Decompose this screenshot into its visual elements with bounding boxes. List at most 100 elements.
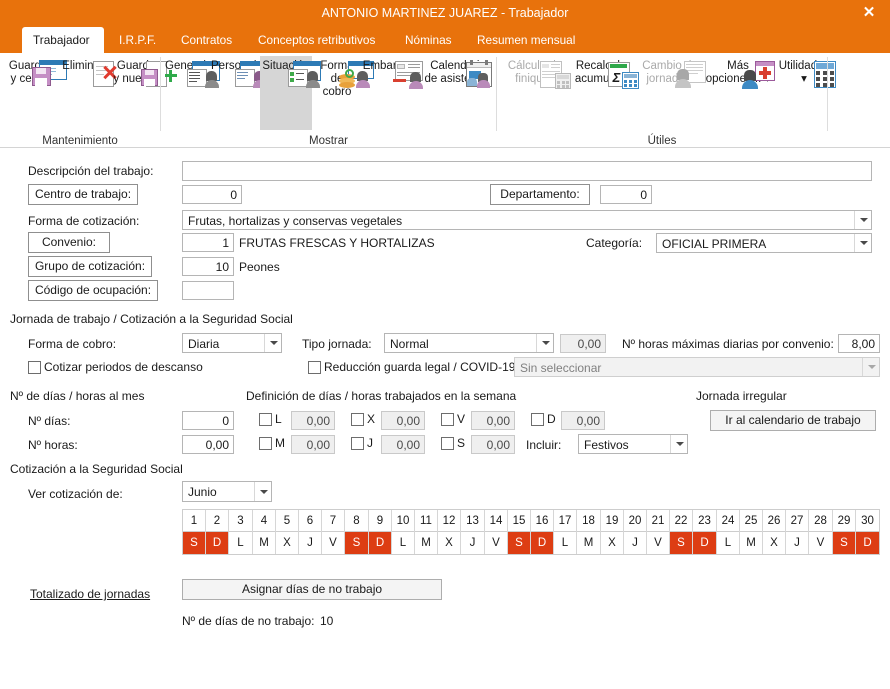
tipo-jornada-dropdown[interactable]: Normal [384, 333, 554, 353]
calendar-day-letter[interactable]: D [531, 532, 554, 554]
tab-resumen-mensual[interactable]: Resumen mensual [466, 27, 586, 53]
calendar-day-letter[interactable]: X [276, 532, 299, 554]
incluir-dropdown[interactable]: Festivos [578, 434, 688, 454]
ribbon-button-personal[interactable]: Personal [209, 56, 268, 88]
chevron-down-icon[interactable] [854, 211, 871, 229]
calendar-day-letter[interactable]: D [369, 532, 392, 554]
chevron-down-icon[interactable] [264, 334, 281, 352]
ribbon-button-calendario-de-asistencia[interactable]: Calendario de asistencia [420, 56, 496, 88]
ribbon-button-guardar-y-nuevo[interactable]: Guardar y nuevo ▾ [110, 56, 177, 87]
departamento-button[interactable]: Departamento: [490, 184, 590, 205]
descripcion-trabajo-input[interactable] [182, 161, 872, 181]
dia-l-hours-input[interactable]: 0,00 [291, 411, 335, 430]
calendar-day-number[interactable]: 5 [276, 510, 299, 532]
calendar-day-letter[interactable]: S [183, 532, 206, 554]
calendar-day-number[interactable]: 12 [438, 510, 461, 532]
horas-maximas-input[interactable]: 8,00 [838, 334, 880, 353]
calendar-day-letter[interactable]: X [438, 532, 461, 554]
chevron-down-icon[interactable] [854, 234, 871, 252]
calendar-day-letter[interactable]: L [229, 532, 253, 554]
calendar-day-letter[interactable]: D [206, 532, 229, 554]
ribbon-button-utilidades[interactable]: Utilidades ▾ [775, 56, 836, 88]
tab-nominas[interactable]: Nóminas [394, 27, 463, 53]
calendar-day-number[interactable]: 10 [392, 510, 415, 532]
calendar-day-letter[interactable]: S [670, 532, 693, 554]
calendar-day-letter[interactable]: V [485, 532, 508, 554]
tab-irpf[interactable]: I.R.P.F. [108, 27, 167, 53]
calendar-day-number[interactable]: 18 [577, 510, 601, 532]
asignar-dias-no-trabajo-button[interactable]: Asignar días de no trabajo [182, 579, 442, 600]
calendar-day-number[interactable]: 21 [647, 510, 670, 532]
calendar-day-letter[interactable]: M [577, 532, 601, 554]
calendar-day-letter[interactable]: S [833, 532, 856, 554]
ribbon-button-cambio-de-jornada[interactable]: Cambio de jornada ▾ [638, 56, 706, 88]
grupo-cotizacion-button[interactable]: Grupo de cotización: [28, 256, 152, 277]
calendar-day-letter[interactable]: V [809, 532, 833, 554]
calendar-day-letter[interactable]: V [647, 532, 670, 554]
calendar-day-number[interactable]: 22 [670, 510, 693, 532]
calendar-day-letter[interactable]: D [856, 532, 879, 554]
totalizado-jornadas-link[interactable]: Totalizado de jornadas [30, 587, 150, 601]
calendar-day-number[interactable]: 13 [461, 510, 485, 532]
convenio-code-input[interactable]: 1 [182, 233, 234, 252]
ver-cotizacion-dropdown[interactable]: Junio [182, 481, 272, 502]
calendar-day-number[interactable]: 3 [229, 510, 253, 532]
dia-x-hours-input[interactable]: 0,00 [381, 411, 425, 430]
calendar-day-number[interactable]: 30 [856, 510, 879, 532]
tab-conceptos-retributivos[interactable]: Conceptos retributivos [247, 27, 386, 53]
chevron-down-icon[interactable] [536, 334, 553, 352]
calendar-day-number[interactable]: 25 [740, 510, 763, 532]
n-horas-input[interactable]: 0,00 [182, 435, 234, 454]
calendar-day-letter[interactable]: M [253, 532, 276, 554]
ribbon-button-recalcular-acumulado[interactable]: Σ Recalcular acumulado [569, 56, 639, 89]
forma-cobro-dropdown[interactable]: Diaria [182, 333, 282, 353]
tab-contratos[interactable]: Contratos [170, 27, 243, 53]
calendar-day-number[interactable]: 24 [717, 510, 740, 532]
calendar-day-letter[interactable]: J [461, 532, 485, 554]
ribbon-button-forma-de-cobro[interactable]: Forma de cobro [314, 56, 374, 99]
categoria-dropdown[interactable]: OFICIAL PRIMERA [656, 233, 872, 253]
calendar-day-number[interactable]: 19 [601, 510, 624, 532]
ribbon-button-guardar-y-cerrar[interactable]: Guardar y cerrar [4, 56, 67, 86]
centro-trabajo-button[interactable]: Centro de trabajo: [28, 184, 138, 205]
calendar-day-letter[interactable]: L [717, 532, 740, 554]
calendar-day-number[interactable]: 6 [299, 510, 322, 532]
calendar-day-number[interactable]: 1 [183, 510, 206, 532]
calendar-day-number[interactable]: 29 [833, 510, 856, 532]
chevron-down-icon[interactable] [862, 358, 879, 376]
codigo-ocupacion-button[interactable]: Código de ocupación: [28, 280, 158, 301]
chevron-down-icon[interactable] [254, 482, 271, 501]
dia-m-hours-input[interactable]: 0,00 [291, 435, 335, 454]
calendar-day-number[interactable]: 28 [809, 510, 833, 532]
calendar-day-number[interactable]: 23 [693, 510, 717, 532]
calendar-day-number[interactable]: 14 [485, 510, 508, 532]
calendar-day-letter[interactable]: S [345, 532, 369, 554]
calendar-day-letter[interactable]: V [322, 532, 345, 554]
calendar-day-number[interactable]: 26 [763, 510, 786, 532]
calendar-day-number[interactable]: 27 [786, 510, 809, 532]
ir-calendario-trabajo-button[interactable]: Ir al calendario de trabajo [710, 410, 876, 431]
reduccion-guarda-legal-dropdown[interactable]: Sin seleccionar [514, 357, 880, 377]
calendar-day-number[interactable]: 8 [345, 510, 369, 532]
dia-s-hours-input[interactable]: 0,00 [471, 435, 515, 454]
calendar-day-number[interactable]: 11 [415, 510, 438, 532]
calendar-day-letter[interactable]: D [693, 532, 717, 554]
calendar-day-letter[interactable]: X [601, 532, 624, 554]
calendar-day-number[interactable]: 20 [624, 510, 647, 532]
calendar-day-letter[interactable]: M [740, 532, 763, 554]
chevron-down-icon[interactable] [670, 435, 687, 453]
centro-trabajo-input[interactable]: 0 [182, 185, 242, 204]
ribbon-button-mas-opciones[interactable]: Más opciones... ▾ [703, 56, 775, 89]
close-icon[interactable]: ✕ [852, 0, 886, 27]
calendar-day-letter[interactable]: J [786, 532, 809, 554]
calendar-day-number[interactable]: 15 [508, 510, 531, 532]
forma-cotizacion-dropdown[interactable]: Frutas, hortalizas y conservas vegetales [182, 210, 872, 230]
calendar-day-number[interactable]: 2 [206, 510, 229, 532]
calendar-day-letter[interactable]: J [624, 532, 647, 554]
calendar-day-letter[interactable]: S [508, 532, 531, 554]
calendar-day-number[interactable]: 4 [253, 510, 276, 532]
calendar-day-number[interactable]: 7 [322, 510, 345, 532]
dia-d-hours-input[interactable]: 0,00 [561, 411, 605, 430]
calendar-day-number[interactable]: 9 [369, 510, 392, 532]
departamento-input[interactable]: 0 [600, 185, 652, 204]
